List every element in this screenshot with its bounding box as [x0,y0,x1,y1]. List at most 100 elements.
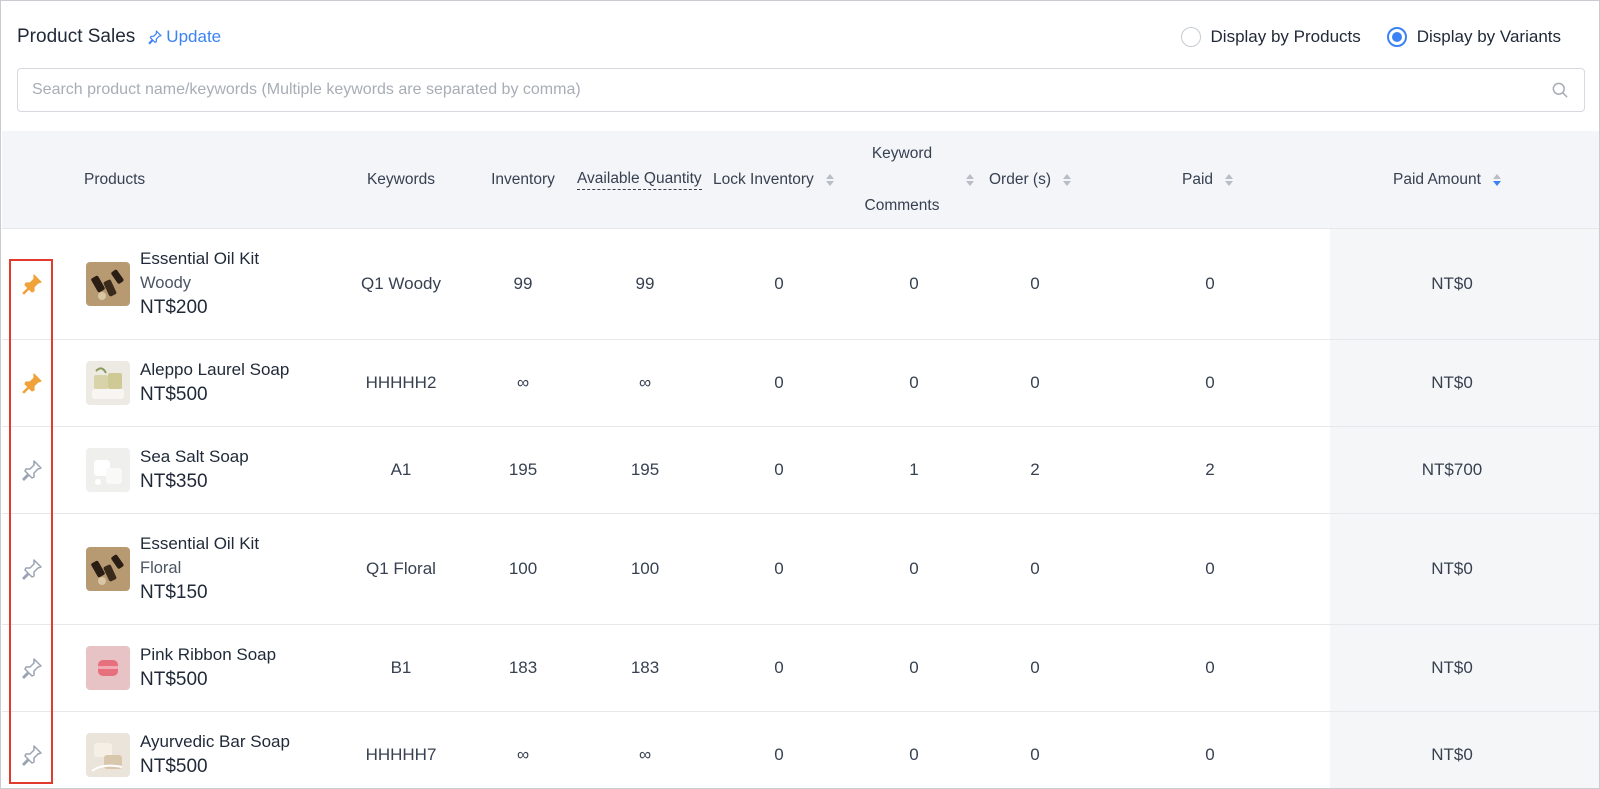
app-frame: Product Sales Update Display by Products… [0,0,1600,789]
product-cell: Essential Oil Kit Floral NT$150 [86,514,259,624]
cell-inventory: 99 [513,274,533,293]
cell-lock: 0 [774,373,784,392]
product-cell: Pink Ribbon Soap NT$500 [86,625,276,711]
cell-keyword: A1 [390,460,412,479]
cell-available: ∞ [638,745,652,764]
search-input[interactable] [32,81,1550,99]
cell-lock: 0 [774,559,784,578]
pin-filled-icon[interactable] [20,272,44,296]
product-price: NT$500 [140,669,208,690]
col-comments-label: Comments [864,197,940,214]
cell-comments: 0 [909,274,919,293]
sort-keyword-comments-icon[interactable] [966,174,974,186]
search-icon[interactable] [1550,80,1570,100]
radio-display-by-products[interactable]: Display by Products [1180,27,1361,47]
product-name: Ayurvedic Bar Soap [140,732,290,751]
product-text: Ayurvedic Bar Soap NT$500 [140,730,290,780]
sort-paid-icon[interactable] [1225,174,1234,186]
cell-comments: 0 [909,373,919,392]
cell-inventory: ∞ [516,373,530,392]
table-body: Essential Oil Kit Woody NT$200 Q1 Woody 99 99… [2,229,1599,788]
cell-available: 195 [630,460,660,479]
cell-amount: NT$0 [1431,745,1473,764]
sort-lock-inventory-icon[interactable] [825,174,834,186]
col-products: Products [84,131,145,229]
sort-keyword-comments[interactable] [966,131,974,229]
cell-lock: 0 [774,745,784,764]
col-lock-inventory[interactable]: Lock Inventory [713,131,834,229]
product-name: Essential Oil Kit [140,249,260,268]
col-lock-inventory-label: Lock Inventory [713,171,814,188]
cell-lock: 0 [774,460,784,479]
sort-orders-icon[interactable] [1063,174,1071,186]
table-row: Essential Oil Kit Floral NT$150 Q1 Floral 10… [2,514,1599,625]
product-thumbnail [86,733,130,777]
cell-comments: 1 [909,460,919,479]
cell-amount: NT$0 [1431,559,1473,578]
cell-lock: 0 [774,274,784,293]
display-mode-radio-group: Display by Products Display by Variants [1155,23,1561,51]
cell-comments: 0 [909,745,919,764]
product-variant: Woody [140,274,192,292]
col-inventory-label: Inventory [491,171,555,188]
col-keyword-comments[interactable]: Keyword Comments [852,131,952,229]
cell-orders: 0 [1030,745,1040,764]
radio-products-label: Display by Products [1210,27,1361,46]
radio-circle-products[interactable] [1180,27,1201,47]
product-price: NT$150 [140,582,208,603]
cell-paid: 2 [1205,460,1215,479]
cell-inventory: 183 [508,658,538,677]
product-name: Pink Ribbon Soap [140,645,277,664]
cell-available: ∞ [638,373,652,392]
product-text: Essential Oil Kit Floral NT$150 [140,532,259,606]
cell-paid: 0 [1205,373,1215,392]
cell-available: 183 [630,658,660,677]
product-price: NT$350 [140,471,208,492]
pin-filled-icon[interactable] [20,371,44,395]
cell-keyword: HHHHH7 [365,745,437,764]
sort-paid-amount-icon[interactable] [1492,174,1501,186]
col-paid[interactable]: Paid [1182,131,1234,229]
col-paid-amount[interactable]: Paid Amount [1393,131,1501,229]
product-variant: Floral [140,559,182,577]
pin-outline-icon[interactable] [20,656,44,680]
pin-outline-icon[interactable] [20,557,44,581]
col-keywords: Keywords [351,131,451,229]
page-title: Product Sales [17,26,136,47]
product-thumbnail [86,448,130,492]
cell-amount: NT$0 [1431,658,1473,677]
product-thumbnail [86,547,130,591]
cell-inventory: 100 [508,559,538,578]
cell-paid: 0 [1205,274,1215,293]
cell-comments: 0 [909,658,919,677]
cell-available: 99 [635,274,655,293]
col-orders-label: Order (s) [989,171,1051,188]
product-text: Essential Oil Kit Woody NT$200 [140,247,259,321]
col-available-quantity[interactable]: Available Quantity [577,131,702,229]
col-paid-amount-label: Paid Amount [1393,171,1481,188]
col-keyword-comments-stack: Keyword Comments [865,145,940,215]
radio-circle-variants[interactable] [1386,27,1407,47]
search-bar [17,68,1585,112]
cell-orders: 0 [1030,658,1040,677]
cell-paid: 0 [1205,745,1215,764]
cell-orders: 0 [1030,559,1040,578]
radio-display-by-variants[interactable]: Display by Variants [1386,27,1561,47]
col-orders[interactable]: Order (s) [989,131,1071,229]
pin-outline-icon[interactable] [20,458,44,482]
cell-keyword: B1 [390,658,412,677]
product-price: NT$500 [140,384,208,405]
table-row: Sea Salt Soap NT$350 A1 195 195 0 1 2 2 NT$700 [2,427,1599,514]
pin-outline-icon[interactable] [20,743,44,767]
col-keywords-label: Keywords [366,171,436,188]
product-price: NT$500 [140,756,208,777]
col-available-quantity-label: Available Quantity [577,170,702,190]
product-thumbnail [86,361,130,405]
radio-variants-label: Display by Variants [1416,27,1561,46]
product-cell: Aleppo Laurel Soap NT$500 [86,340,289,426]
cell-keyword: Q1 Woody [360,274,441,293]
update-link[interactable]: Update [147,27,221,47]
cell-amount: NT$700 [1421,460,1483,479]
product-name: Sea Salt Soap [140,447,249,466]
product-cell: Ayurvedic Bar Soap NT$500 [86,712,290,788]
